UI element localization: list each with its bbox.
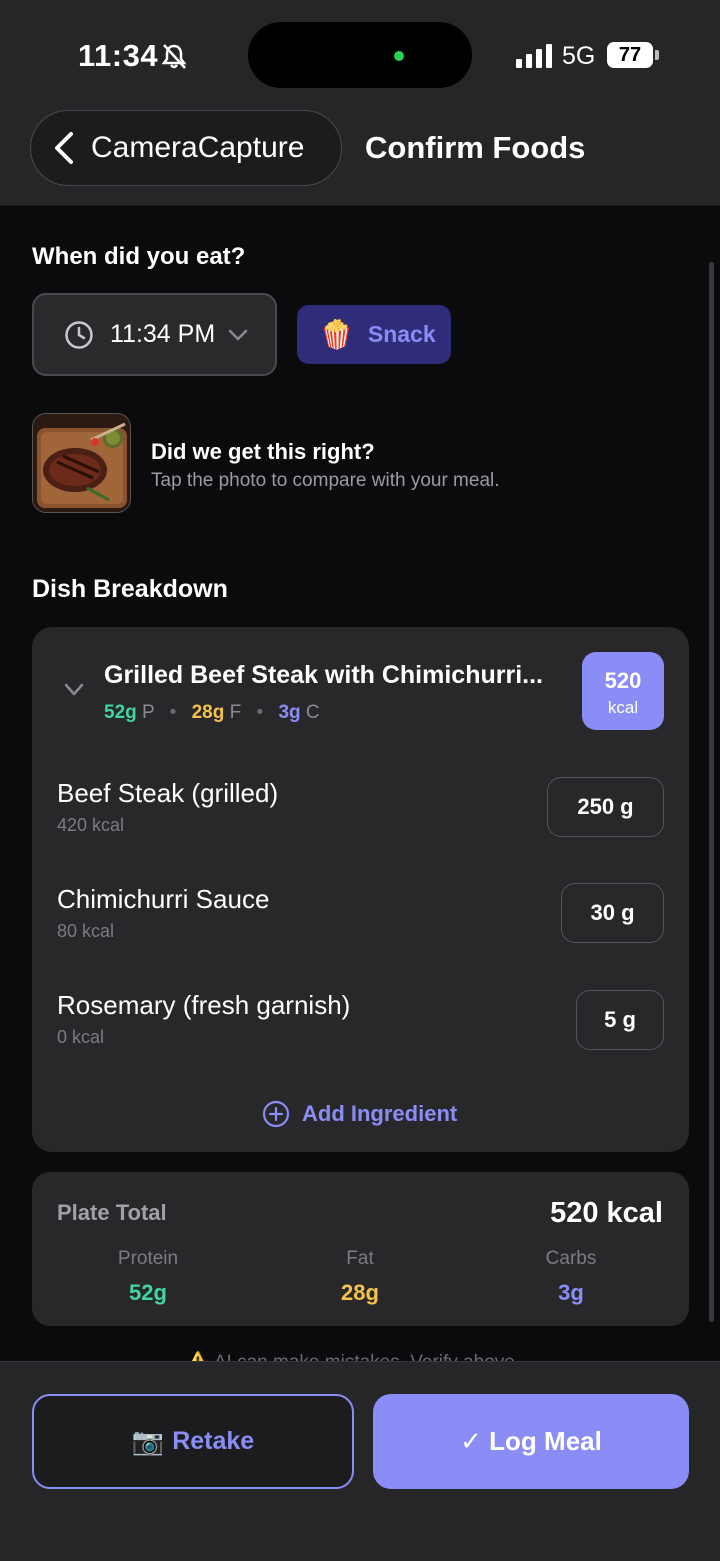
bell-muted-icon — [160, 42, 188, 75]
add-ingredient-label: Add Ingredient — [302, 1101, 458, 1126]
chevron-down-icon — [228, 329, 248, 340]
chevron-left-icon — [55, 132, 73, 164]
photo-check-subtitle: Tap the photo to compare with your meal. — [151, 470, 500, 491]
ingredient-name: Chimichurri Sauce — [57, 884, 270, 914]
dish-carbs: 3g — [278, 702, 301, 723]
ingredient-qty-button[interactable]: 30 g — [561, 883, 664, 943]
dish-fat: 28g — [191, 702, 225, 723]
meal-type-label: Snack — [367, 321, 436, 347]
chevron-down-icon[interactable] — [64, 683, 84, 697]
log-meal-button[interactable]: ✓ Log Meal — [373, 1394, 689, 1489]
ingredient-name: Beef Steak (grilled) — [57, 778, 279, 808]
dish-kcal-unit: kcal — [607, 698, 639, 717]
status-time: 11:34 — [78, 38, 159, 73]
camera-icon: 📷 — [131, 1426, 165, 1456]
meal-time-question: When did you eat? — [32, 243, 246, 270]
ingredient-kcal: 80 kcal — [57, 921, 115, 941]
dish-carbs-letter: C — [305, 702, 320, 723]
log-meal-label: ✓ Log Meal — [460, 1426, 602, 1456]
carbs-total: Carbs 3g — [491, 1248, 651, 1306]
ingredient-kcal: 420 kcal — [57, 815, 125, 835]
section-title: Dish Breakdown — [32, 575, 228, 603]
fat-total: Fat 28g — [280, 1248, 440, 1306]
plus-circle-icon — [262, 1100, 290, 1128]
dish-protein: 52g — [104, 702, 137, 723]
plate-total-kcal: 520 kcal — [550, 1197, 663, 1229]
meal-type-button[interactable]: 🍿 Snack — [297, 305, 451, 364]
retake-button[interactable]: 📷 Retake — [32, 1394, 354, 1489]
dynamic-island — [248, 22, 472, 88]
dish-fat-letter: F — [229, 702, 242, 723]
carbs-label: Carbs — [545, 1248, 597, 1269]
plate-total-label: Plate Total — [57, 1200, 167, 1225]
retake-label: Retake — [172, 1427, 255, 1455]
protein-label: Protein — [117, 1248, 179, 1269]
protein-value: 52g — [129, 1280, 167, 1305]
network-type: 5G — [562, 42, 596, 70]
ingredient-name: Rosemary (fresh garnish) — [57, 990, 351, 1020]
meal-photo[interactable] — [32, 413, 131, 513]
time-picker-value: 11:34 PM — [110, 320, 216, 348]
popcorn-icon: 🍿 — [319, 319, 354, 350]
carbs-value: 3g — [558, 1280, 584, 1305]
dish-name[interactable]: Grilled Beef Steak with Chimichurri... — [104, 661, 543, 690]
scrollbar[interactable] — [709, 262, 714, 1322]
dish-kcal-badge: 520 kcal — [582, 652, 664, 730]
status-bar: 11:34 5G 77 — [0, 0, 720, 110]
protein-total: Protein 52g — [68, 1248, 228, 1306]
header: 11:34 5G 77 CameraCapture Confirm Foods — [0, 0, 720, 206]
dish-protein-letter: P — [142, 702, 155, 723]
dish-macros: 52g P • 28g F • 3g C — [104, 702, 320, 723]
back-button[interactable]: CameraCapture — [30, 110, 342, 186]
signal-icon — [516, 44, 552, 73]
ingredient-kcal: 0 kcal — [57, 1027, 105, 1047]
camera-indicator-icon — [394, 51, 404, 61]
ingredient-qty-button[interactable]: 250 g — [547, 777, 664, 837]
battery-icon: 77 — [607, 42, 653, 68]
fat-label: Fat — [346, 1248, 374, 1269]
time-picker[interactable]: 11:34 PM — [32, 293, 277, 376]
dish-kcal: 520 — [604, 668, 642, 693]
page-title: Confirm Foods — [365, 130, 586, 165]
add-ingredient-button[interactable]: Add Ingredient — [262, 1100, 457, 1128]
back-button-label: CameraCapture — [91, 131, 305, 164]
battery-tip — [655, 50, 659, 60]
fat-value: 28g — [341, 1280, 379, 1305]
ingredient-qty-button[interactable]: 5 g — [576, 990, 664, 1050]
clock-icon — [65, 320, 93, 349]
photo-check-title: Did we get this right? — [151, 439, 375, 464]
